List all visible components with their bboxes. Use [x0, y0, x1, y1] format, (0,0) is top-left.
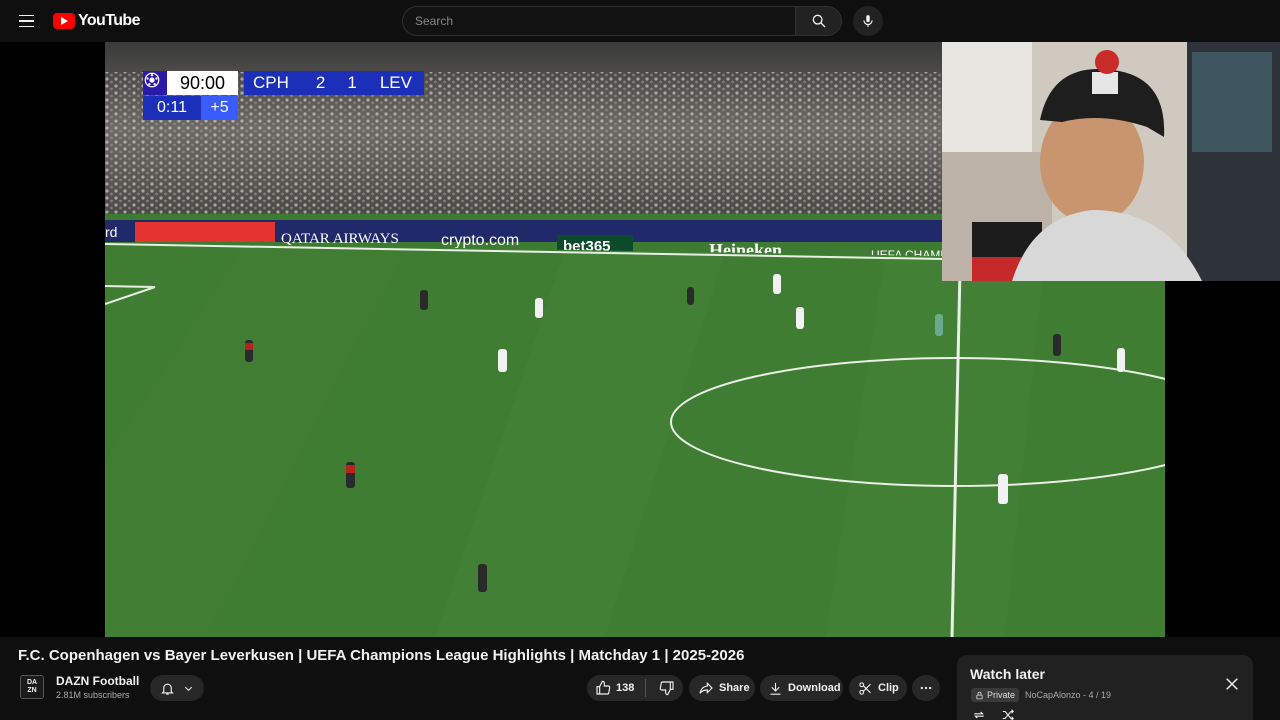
share-icon [699, 681, 713, 695]
away-team: LEV [370, 71, 424, 95]
video-title: F.C. Copenhagen vs Bayer Leverkusen | UE… [18, 647, 745, 664]
ad-board-text: rd [105, 224, 117, 240]
privacy-label: Private [987, 690, 1016, 700]
home-team: CPH [244, 71, 298, 95]
playlist-owner-position[interactable]: NoCapAlonzo - 4 / 19 [1025, 690, 1111, 700]
playlist-title[interactable]: Watch later [970, 666, 1045, 682]
thumbs-down-icon[interactable] [659, 680, 675, 696]
video-player[interactable]: rd QATAR AIRWAYS crypto.com bet365 Heine… [0, 42, 1280, 637]
logo-text: YouTube [78, 12, 140, 29]
scoreboard: 90:00 CPH 2 1 LEV 0:11 +5 [143, 71, 424, 120]
champions-league-icon [143, 71, 167, 95]
top-bar: YouTube [0, 0, 1280, 42]
added-time: +5 [201, 96, 238, 120]
home-score: 2 [297, 71, 332, 95]
loop-icon[interactable] [971, 708, 987, 720]
microphone-icon [863, 15, 873, 27]
share-button[interactable]: Share [689, 675, 755, 701]
more-actions-button[interactable] [912, 675, 940, 701]
playlist-panel: Watch later Private NoCapAlonzo - 4 / 19 [957, 655, 1253, 720]
channel-avatar[interactable]: DA ZN [20, 675, 44, 699]
more-horizontal-icon [920, 686, 932, 690]
search-button[interactable] [795, 6, 842, 36]
ad-board-text: crypto.com [441, 232, 519, 249]
webcam-overlay [942, 42, 1280, 281]
divider [645, 679, 647, 697]
bell-icon [161, 683, 174, 695]
subscriber-count: 2.81M subscribers [56, 690, 130, 700]
menu-icon[interactable] [14, 9, 38, 33]
youtube-play-icon [53, 13, 75, 29]
clip-button[interactable]: Clip [849, 675, 907, 701]
streamer-camera [942, 42, 1280, 281]
ad-board-red [135, 222, 275, 242]
avatar-text: DA [26, 679, 38, 686]
referee [935, 314, 943, 336]
download-icon [770, 682, 781, 695]
clip-label: Clip [878, 682, 899, 694]
privacy-badge: Private [971, 688, 1020, 702]
scissors-icon [859, 681, 871, 695]
stoppage-time: 0:11 [143, 96, 201, 120]
youtube-logo[interactable]: YouTube [53, 12, 140, 30]
chevron-down-icon [184, 686, 193, 691]
search-icon [812, 14, 825, 28]
notification-button[interactable] [150, 675, 204, 701]
close-icon[interactable] [1223, 675, 1241, 693]
download-label: Download [788, 682, 841, 694]
share-label: Share [719, 682, 750, 694]
search-input[interactable] [402, 6, 795, 36]
download-button[interactable]: Download [760, 675, 843, 701]
match-clock: 90:00 [167, 71, 238, 95]
shuffle-icon[interactable] [1000, 708, 1016, 720]
channel-name[interactable]: DAZN Football [56, 674, 139, 688]
like-dislike-group: 138 [587, 675, 683, 701]
thumbs-up-icon[interactable] [595, 680, 611, 696]
away-score: 1 [331, 71, 371, 95]
playlist-meta: Private NoCapAlonzo - 4 / 19 [971, 688, 1111, 702]
lock-icon [976, 691, 983, 699]
voice-search-button[interactable] [853, 6, 883, 36]
avatar-text: ZN [27, 687, 37, 694]
like-count[interactable]: 138 [616, 682, 634, 694]
ad-board-text: QATAR AIRWAYS [281, 231, 399, 247]
search-bar [402, 6, 842, 36]
